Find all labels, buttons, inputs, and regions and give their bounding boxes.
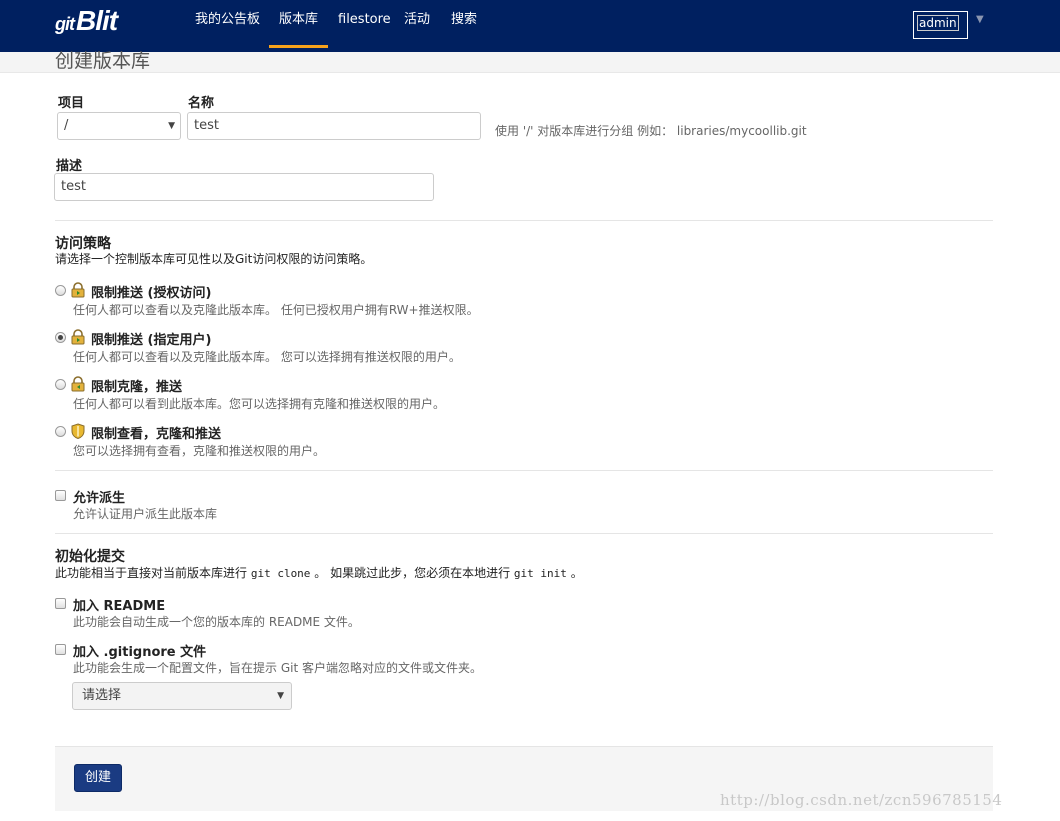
project-label: 项目 xyxy=(58,96,85,111)
project-select[interactable]: / ▼ xyxy=(57,112,181,140)
name-hint: 使用 '/' 对版本库进行分组 例如： libraries/mycoollib.… xyxy=(495,124,807,138)
nav-search[interactable]: 搜索 xyxy=(451,0,477,45)
add-gitignore-checkbox[interactable] xyxy=(55,644,66,655)
add-readme-checkbox[interactable] xyxy=(55,598,66,609)
allow-forks-title[interactable]: 允许派生 xyxy=(73,487,125,506)
access-option-desc: 任何人都可以查看以及克隆此版本库。 任何已授权用户拥有RW+推送权限。 xyxy=(73,303,479,317)
add-gitignore-desc: 此功能会生成一个配置文件，旨在提示 Git 客户端忽略对应的文件或文件夹。 xyxy=(73,661,482,675)
chevron-down-icon: ▼ xyxy=(277,691,284,701)
access-option-title[interactable]: 限制推送 (指定用户) xyxy=(91,329,211,348)
access-option-desc: 您可以选择拥有查看，克隆和推送权限的用户。 xyxy=(73,444,326,458)
add-readme-desc: 此功能会自动生成一个您的版本库的 README 文件。 xyxy=(73,615,360,629)
access-option-radio-selected[interactable] xyxy=(55,332,66,343)
access-option-radio[interactable] xyxy=(55,379,66,390)
divider xyxy=(55,533,993,534)
divider xyxy=(55,220,993,221)
create-button[interactable]: 创建 xyxy=(74,764,122,792)
nav-dashboard[interactable]: 我的公告板 xyxy=(195,0,260,45)
brand-logo[interactable]: gitBlit xyxy=(55,5,118,37)
lock-clone-icon xyxy=(71,376,85,392)
page-title: 创建版本库 xyxy=(55,50,151,72)
user-avatar[interactable]: admin xyxy=(913,11,968,39)
avatar-alt-text: admin xyxy=(917,15,959,31)
chevron-down-icon[interactable]: ▼ xyxy=(976,14,984,25)
lock-push-icon xyxy=(71,282,85,298)
desc-text: 。 如果跳过此步，您必须在本地进行 xyxy=(310,566,514,580)
watermark-url: http://blog.csdn.net/zcn596785154 xyxy=(720,791,1003,809)
lock-push-icon xyxy=(71,329,85,345)
top-navbar: gitBlit 我的公告板 版本库 filestore 活动 搜索 admin … xyxy=(0,0,1060,52)
code-git-clone: git clone xyxy=(250,567,311,580)
add-readme-title[interactable]: 加入 README xyxy=(73,595,165,614)
name-label: 名称 xyxy=(188,96,215,111)
project-select-value: / xyxy=(64,118,69,133)
nav-repositories[interactable]: 版本库 xyxy=(269,0,328,48)
brand-name: Blit xyxy=(76,5,118,36)
add-gitignore-title[interactable]: 加入 .gitignore 文件 xyxy=(73,641,206,660)
access-option-title[interactable]: 限制查看，克隆和推送 xyxy=(91,423,221,442)
chevron-down-icon: ▼ xyxy=(168,121,175,131)
description-input[interactable]: test xyxy=(54,173,434,201)
access-option-desc: 任何人都可以看到此版本库。您可以选择拥有克隆和推送权限的用户。 xyxy=(73,397,446,411)
brand-glyph: git xyxy=(55,14,75,34)
desc-text: 此功能相当于直接对当前版本库进行 xyxy=(55,566,251,580)
divider xyxy=(55,470,993,471)
nav-filestore[interactable]: filestore xyxy=(338,0,391,45)
gitignore-select-value: 请选择 xyxy=(82,688,122,703)
name-input[interactable]: test xyxy=(187,112,481,140)
initial-commit-desc: 此功能相当于直接对当前版本库进行 git clone 。 如果跳过此步，您必须在… xyxy=(55,564,583,581)
access-policy-desc: 请选择一个控制版本库可见性以及Git访问权限的访问策略。 xyxy=(55,252,373,266)
access-option-title[interactable]: 限制克隆，推送 xyxy=(91,376,182,395)
initial-commit-title: 初始化提交 xyxy=(55,549,125,565)
sub-header-bar xyxy=(0,52,1060,73)
access-option-title[interactable]: 限制推送 (授权访问) xyxy=(91,282,211,301)
access-option-radio[interactable] xyxy=(55,426,66,437)
allow-forks-desc: 允许认证用户派生此版本库 xyxy=(73,507,218,521)
nav-activity[interactable]: 活动 xyxy=(404,0,430,45)
code-git-init: git init xyxy=(513,567,567,580)
allow-forks-checkbox[interactable] xyxy=(55,490,66,501)
access-option-desc: 任何人都可以查看以及克隆此版本库。 您可以选择拥有推送权限的用户。 xyxy=(73,350,461,364)
description-label: 描述 xyxy=(56,159,83,174)
shield-icon xyxy=(71,423,85,439)
access-option-radio[interactable] xyxy=(55,285,66,296)
desc-text: 。 xyxy=(566,566,583,580)
gitignore-select[interactable]: 请选择 ▼ xyxy=(72,682,292,710)
